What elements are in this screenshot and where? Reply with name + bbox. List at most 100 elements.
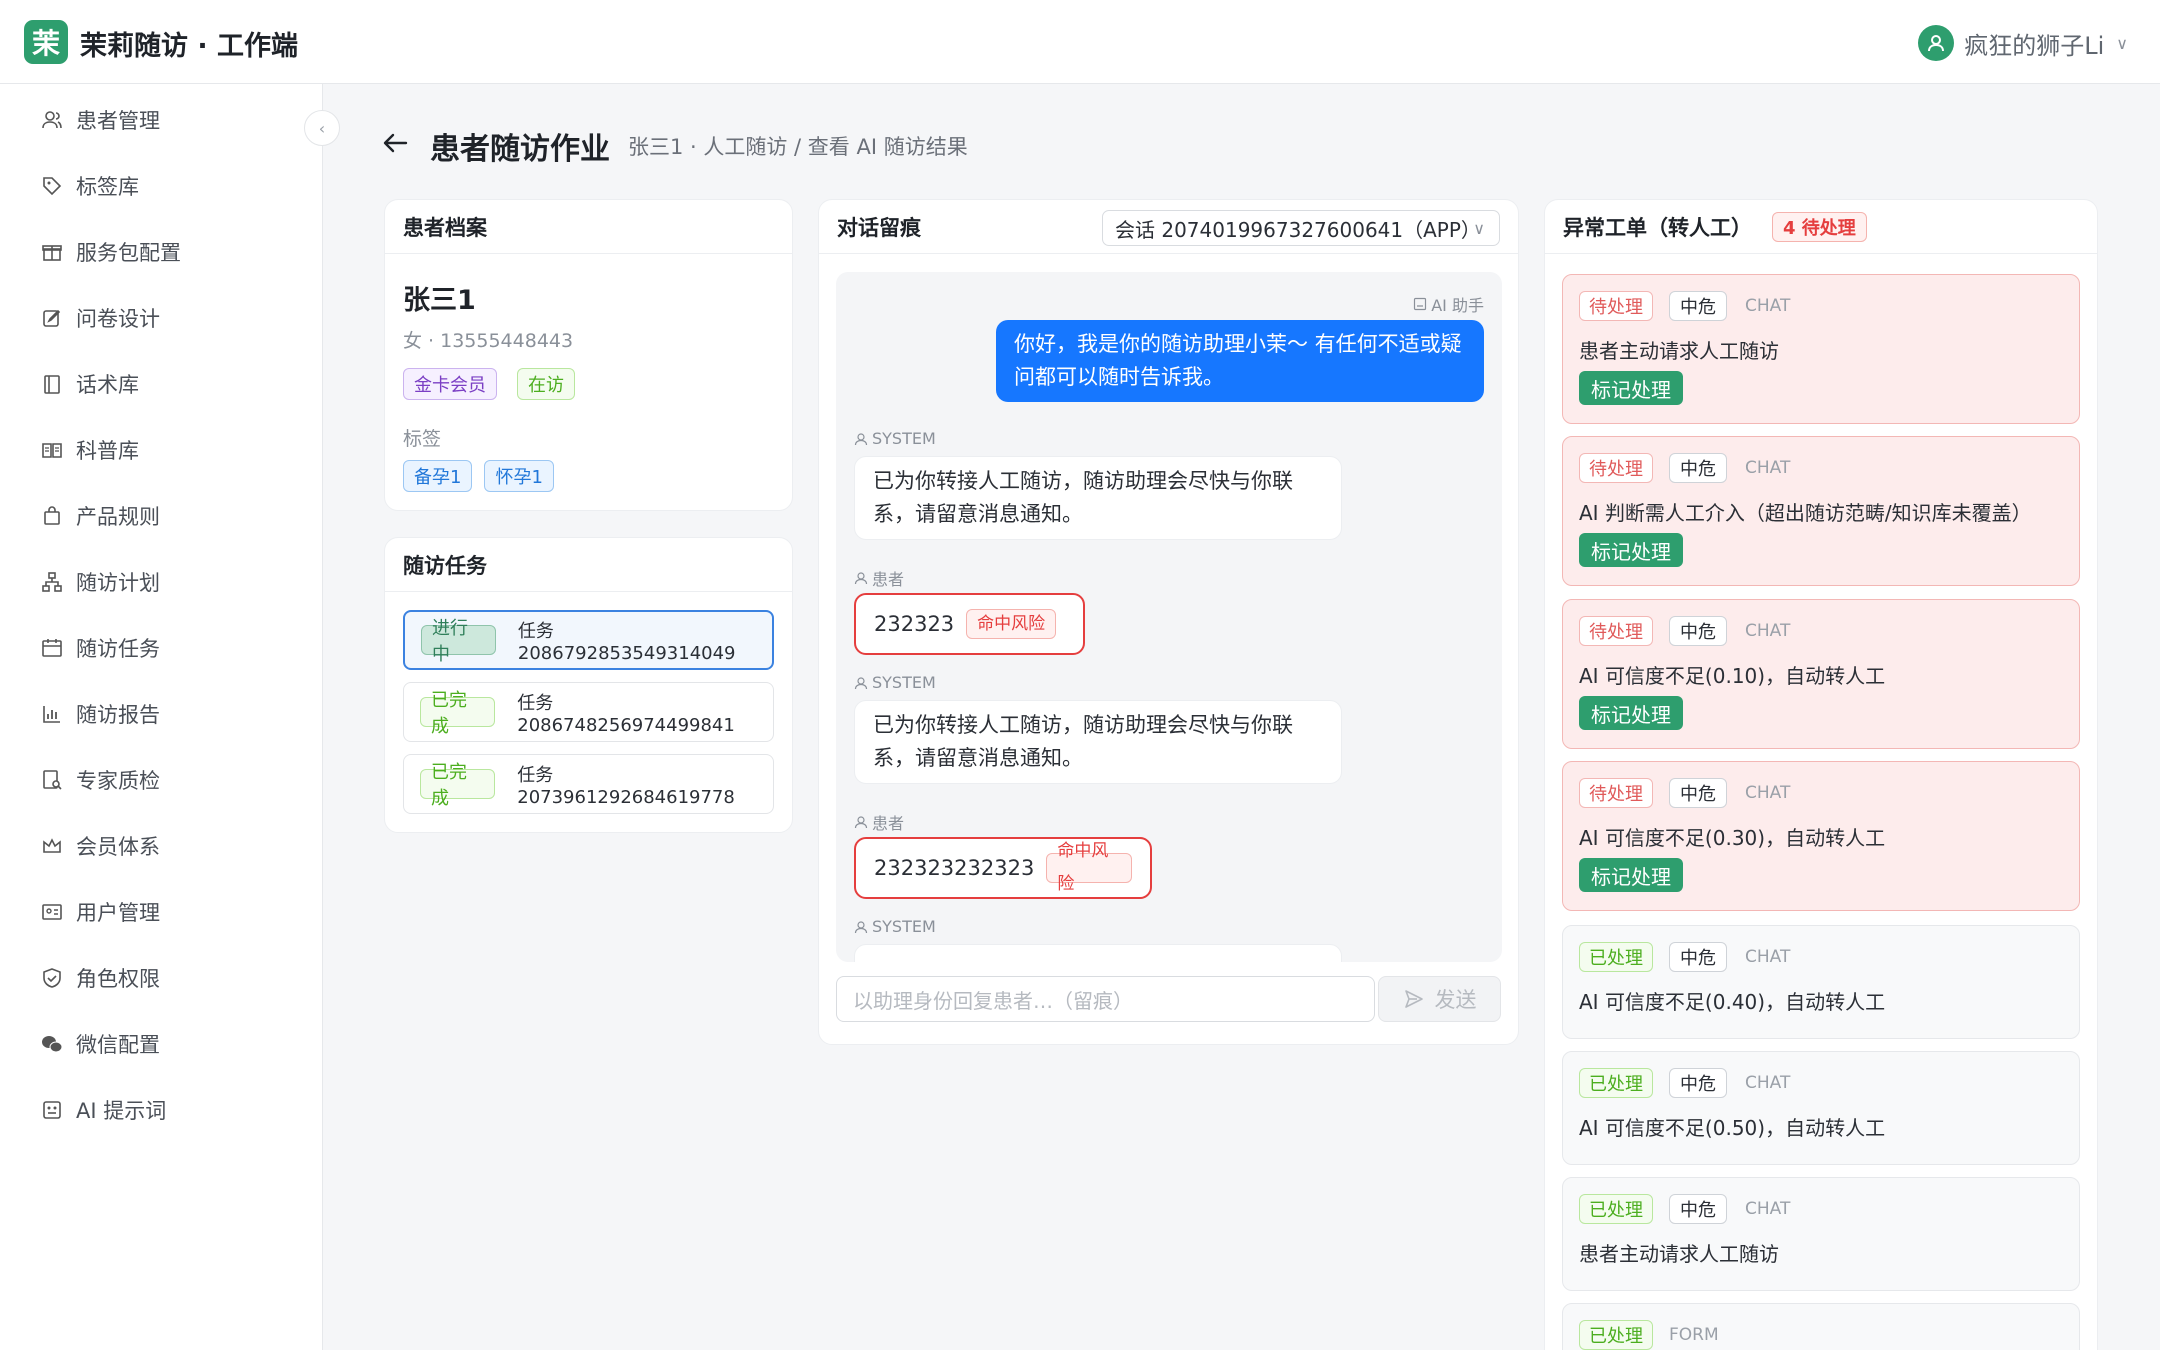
mark-handled-button[interactable]: 标记处理 [1579,533,1683,567]
sidebar-item-users[interactable]: 用户管理 [40,892,160,932]
wechat-icon [40,1032,64,1056]
ticket-channel: CHAT [1745,947,1791,967]
send-button[interactable]: 发送 [1378,976,1501,1022]
task-item[interactable]: 进行中 任务 2086792853549314049 [403,610,774,670]
mark-handled-button[interactable]: 标记处理 [1579,371,1683,405]
message-bubble-ai: 你好，我是你的随访助理小茉～ 有任何不适或疑 问都可以随时告诉我。 [996,320,1484,402]
sender-label: SYSTEM [854,917,936,936]
member-badge: 金卡会员 [403,368,497,400]
sidebar-item-membership[interactable]: 会员体系 [40,826,160,866]
user-icon [854,920,868,933]
bag-icon [40,504,64,528]
ticket-level-badge: 中危 [1669,778,1727,808]
chat-log-card: 对话留痕 会话 2074019967327600641（APP） ∨ AI 助手… [818,199,1519,1045]
exception-tickets-title: 异常工单（转人工） [1563,215,1752,240]
gift-icon [40,240,64,264]
sidebar-item-followup-report[interactable]: 随访报告 [40,694,160,734]
sender-label: AI 助手 [1413,292,1484,316]
sidebar: 患者管理 标签库 服务包配置 问卷设计 话术库 科普库 产品规则 随访计划 随访… [0,84,323,1350]
ticket-description: 患者主动请求人工随访 [1579,339,1779,363]
patient-tag: 备孕1 [403,460,473,492]
sidebar-item-followup-tasks[interactable]: 随访任务 [40,628,160,668]
followup-tasks-card: 随访任务 进行中 任务 2086792853549314049 已完成 任务 2… [384,537,793,833]
patient-info: 女 · 13555448443 [403,330,574,352]
top-bar: 茉 茉莉随访 · 工作端 疯狂的狮子Li ∨ [0,0,2160,84]
user-avatar-icon [1918,25,1955,61]
ticket-description: AI 可信度不足(0.10)，自动转人工 [1579,664,1886,688]
patient-profile-card: 患者档案 张三1 女 · 13555448443 金卡会员 在访 标签 备孕1 … [384,199,793,511]
chevron-left-icon: ‹ [318,118,326,138]
reply-input[interactable]: 以助理身份回复患者…（留痕） [836,976,1375,1022]
tag-icon [40,174,64,198]
task-status-badge: 进行中 [421,618,496,665]
ticket-channel: CHAT [1745,1199,1791,1219]
sidebar-item-ai-prompts[interactable]: AI 提示词 [40,1090,166,1130]
ticket-channel: CHAT [1745,1073,1791,1093]
bar-chart-icon [40,702,64,726]
task-item[interactable]: 已完成 任务 2086748256974499841 [403,682,774,742]
ticket-status-badge: 已处理 [1579,942,1653,972]
app-title: 茉莉随访 · 工作端 [80,31,299,62]
ticket-item: 待处理 中危 CHAT AI 可信度不足(0.30)，自动转人工 标记处理 [1562,761,2080,911]
task-name: 任务 2086748256974499841 [517,692,735,736]
calendar-icon [40,636,64,660]
mark-handled-button[interactable]: 标记处理 [1579,858,1683,892]
robot-icon [40,1098,64,1122]
id-card-icon [40,900,64,924]
users-icon [40,108,64,132]
message-bubble-system [854,944,1342,962]
sidebar-item-service-package[interactable]: 服务包配置 [40,232,181,272]
risk-badge: 命中风险 [966,609,1057,639]
ticket-status-badge: 已处理 [1579,1194,1653,1224]
ticket-item: 已处理 中危 CHAT AI 可信度不足(0.50)，自动转人工 [1562,1051,2080,1165]
sidebar-item-tags[interactable]: 标签库 [40,166,139,206]
tags-label: 标签 [403,428,442,450]
sidebar-item-patients[interactable]: 患者管理 [40,100,160,140]
sender-label: SYSTEM [854,673,936,692]
ticket-level-badge: 中危 [1669,616,1727,646]
user-icon [854,816,868,829]
robot-icon [1414,297,1427,311]
ticket-channel: FORM [1669,1325,1719,1345]
exception-tickets-card: 异常工单（转人工） 4 待处理 待处理 中危 CHAT 患者主动请求人工随访 标记处… [1544,199,2098,1350]
sidebar-item-product-rules[interactable]: 产品规则 [40,496,160,536]
ticket-item: 待处理 中危 CHAT AI 判断需人工介入（超出随访范畴/知识库未覆盖） 标记处理 [1562,436,2080,586]
risk-badge: 命中风险 [1046,841,1132,894]
ticket-channel: CHAT [1745,296,1791,316]
task-status-badge: 已完成 [420,690,496,737]
task-item[interactable]: 已完成 任务 2073961292684619778 [403,754,774,814]
message-bubble-patient: 232323232323 命中风险 [854,837,1152,899]
ticket-description: AI 可信度不足(0.30)，自动转人工 [1579,826,1886,850]
patient-name: 张三1 [403,285,476,316]
ticket-description: 患者主动请求人工随访 [1579,1242,1779,1266]
crown-icon [40,834,64,858]
sender-label: SYSTEM [854,429,936,448]
chat-messages[interactable]: AI 助手 你好，我是你的随访助理小茉～ 有任何不适或疑 问都可以随时告诉我。 … [836,272,1502,962]
sidebar-item-expert-qc[interactable]: 专家质检 [40,760,160,800]
status-badge: 在访 [517,368,575,400]
user-menu[interactable]: 疯狂的狮子Li ∨ [1918,24,2128,62]
sidebar-item-scripts[interactable]: 话术库 [40,364,139,404]
message-bubble-system: 已为你转接人工随访，随访助理会尽快与你联 系，请留意消息通知。 [854,700,1342,784]
breadcrumb: 张三1 · 人工随访 / 查看 AI 随访结果 [628,135,968,159]
sidebar-item-science[interactable]: 科普库 [40,430,139,470]
session-select[interactable]: 会话 2074019967327600641（APP） ∨ [1102,210,1500,246]
followup-tasks-title: 随访任务 [385,538,792,592]
sidebar-item-roles[interactable]: 角色权限 [40,958,160,998]
ticket-item: 已处理 中危 CHAT 患者主动请求人工随访 [1562,1177,2080,1291]
sidebar-collapse-button[interactable]: ‹ [304,110,340,146]
sidebar-item-wechat[interactable]: 微信配置 [40,1024,160,1064]
sender-label: 患者 [854,566,904,590]
ticket-level-badge: 中危 [1669,291,1727,321]
message-bubble-system: 已为你转接人工随访，随访助理会尽快与你联 系，请留意消息通知。 [854,456,1342,540]
ticket-channel: CHAT [1745,458,1791,478]
mark-handled-button[interactable]: 标记处理 [1579,696,1683,730]
sidebar-item-followup-plan[interactable]: 随访计划 [40,562,160,602]
sender-label: 患者 [854,810,904,834]
ticket-status-badge: 待处理 [1579,778,1653,808]
sidebar-item-questionnaire[interactable]: 问卷设计 [40,298,160,338]
back-arrow-icon[interactable] [380,128,410,158]
ticket-level-badge: 中危 [1669,942,1727,972]
patient-tag: 怀孕1 [484,460,554,492]
ticket-level-badge: 中危 [1669,1194,1727,1224]
